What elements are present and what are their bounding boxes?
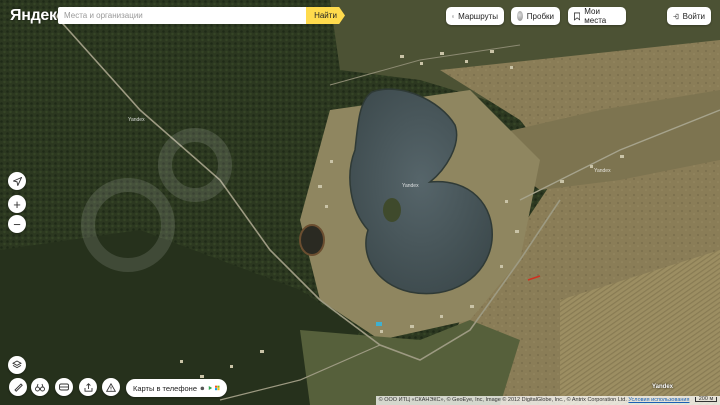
- panorama-icon: [59, 383, 69, 391]
- traffic-light-icon: [517, 11, 523, 21]
- terms-link[interactable]: Условия использования: [628, 397, 689, 403]
- map-road-label: Yandex: [594, 168, 611, 174]
- binoculars-icon: [35, 383, 45, 391]
- find-button[interactable]: Найти: [306, 7, 345, 24]
- map-road-label: Yandex: [402, 183, 419, 189]
- bookmark-icon: [574, 12, 581, 21]
- zoom-out-button[interactable]: −: [8, 215, 26, 233]
- route-icon: [452, 15, 455, 17]
- attribution-text: © ООО ИТЦ «СКАНЭКС», © GeoEye, Inc, Imag…: [378, 397, 627, 403]
- attribution-bar: © ООО ИТЦ «СКАНЭКС», © GeoEye, Inc, Imag…: [375, 396, 720, 405]
- locate-arrow-icon: [12, 176, 22, 186]
- scale-bar: 200 м: [695, 396, 717, 403]
- ruler-icon: [13, 382, 23, 392]
- layers-button[interactable]: [8, 356, 26, 374]
- traffic-label: Пробки: [526, 11, 554, 21]
- share-button[interactable]: [79, 378, 97, 396]
- maps-in-phone-label: Карты в телефоне: [133, 383, 197, 393]
- windows-icon: [215, 385, 220, 391]
- layers-icon: [12, 360, 22, 369]
- search-input[interactable]: Места и организации: [58, 7, 308, 24]
- my-places-label: Мои места: [584, 7, 607, 25]
- panorama-button[interactable]: [55, 378, 73, 396]
- google-play-icon: [208, 386, 212, 390]
- satellite-map[interactable]: [0, 0, 720, 405]
- traffic-button[interactable]: Пробки: [511, 7, 560, 25]
- ruler-button[interactable]: [9, 378, 27, 396]
- my-places-button[interactable]: Мои места: [568, 7, 626, 25]
- zoom-in-button[interactable]: +: [8, 195, 26, 213]
- share-icon: [84, 382, 92, 392]
- apple-icon: [200, 386, 205, 391]
- login-icon: [673, 13, 679, 19]
- warning-icon: [106, 382, 116, 392]
- login-button[interactable]: Войти: [667, 7, 711, 25]
- maps-in-phone-button[interactable]: Карты в телефоне: [126, 379, 227, 397]
- yandex-watermark: Yandex: [652, 384, 674, 390]
- routes-button[interactable]: Маршруты: [446, 7, 504, 25]
- report-error-button[interactable]: [102, 378, 120, 396]
- map-road-label: Yandex: [128, 117, 145, 123]
- panorama-binoculars-button[interactable]: [31, 378, 49, 396]
- login-label: Войти: [682, 11, 705, 21]
- yandex-logo[interactable]: Яндекс: [10, 7, 65, 25]
- routes-label: Маршруты: [458, 11, 498, 21]
- locate-button[interactable]: [8, 172, 26, 190]
